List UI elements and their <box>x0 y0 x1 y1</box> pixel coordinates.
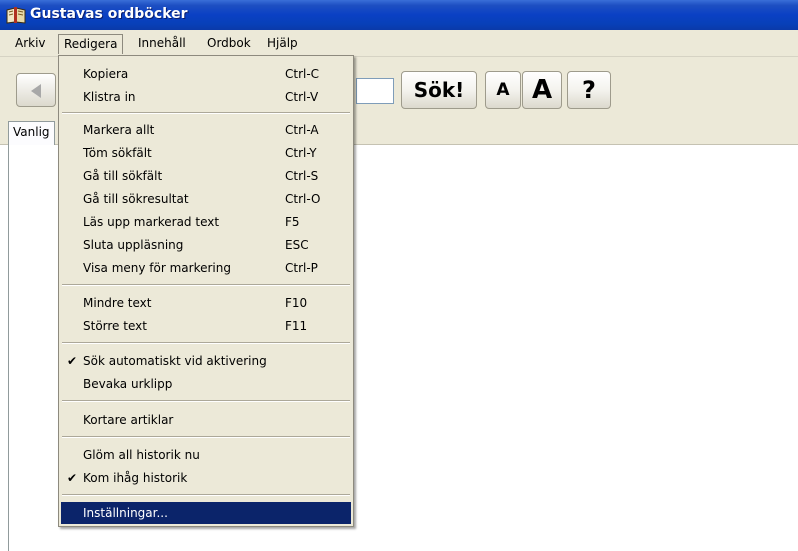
menu-item-visa-meny[interactable]: Visa meny för markering Ctrl-P <box>61 257 351 279</box>
menu-item-label: Kopiera <box>83 67 129 81</box>
menu-redigera[interactable]: Redigera <box>58 34 124 54</box>
menu-item-shortcut: Ctrl-V <box>285 90 319 104</box>
redigera-dropdown-menu: Kopiera Ctrl-C Klistra in Ctrl-V Markera… <box>58 55 354 527</box>
menu-item-label: Gå till sökfält <box>83 169 163 183</box>
smaller-text-button[interactable]: A <box>485 71 521 109</box>
menu-item-tom-sokfalt[interactable]: Töm sökfält Ctrl-Y <box>61 142 351 164</box>
search-button[interactable]: Sök! <box>401 71 477 109</box>
menu-item-label: Töm sökfält <box>83 146 152 160</box>
menu-arkiv[interactable]: Arkiv <box>10 34 51 54</box>
search-input[interactable] <box>356 78 394 104</box>
menu-item-shortcut: F11 <box>285 319 308 333</box>
menu-item-label: Visa meny för markering <box>83 261 231 275</box>
menu-item-shortcut: Ctrl-S <box>285 169 319 183</box>
menu-item-label: Bevaka urklipp <box>83 377 173 391</box>
menu-innehall[interactable]: Innehåll <box>133 34 191 54</box>
menu-item-ga-till-sokfalt[interactable]: Gå till sökfält Ctrl-S <box>61 165 351 187</box>
menu-item-klistra-in[interactable]: Klistra in Ctrl-V <box>61 86 351 108</box>
menu-item-label: Kortare artiklar <box>83 413 174 427</box>
menu-item-installningar[interactable]: Inställningar... <box>61 502 351 524</box>
menu-item-kopiera[interactable]: Kopiera Ctrl-C <box>61 63 351 85</box>
menu-item-sok-automatiskt[interactable]: ✔ Sök automatiskt vid aktivering <box>61 350 351 372</box>
menu-hjalp[interactable]: Hjälp <box>262 34 303 54</box>
menu-item-shortcut: F5 <box>285 215 300 229</box>
menu-item-label: Klistra in <box>83 90 136 104</box>
menu-item-shortcut: Ctrl-A <box>285 123 319 137</box>
menu-item-label: Glöm all historik nu <box>83 448 200 462</box>
checkmark-icon: ✔ <box>67 354 78 368</box>
menu-item-shortcut: ESC <box>285 238 309 252</box>
menu-item-label: Mindre text <box>83 296 152 310</box>
content-border <box>8 145 9 551</box>
app-window: Gustavas ordböcker Arkiv Redigera Innehå… <box>0 0 798 551</box>
menu-item-sluta-upplasning[interactable]: Sluta uppläsning ESC <box>61 234 351 256</box>
menu-item-shortcut: Ctrl-O <box>285 192 321 206</box>
larger-text-button[interactable]: A <box>522 71 562 109</box>
menu-item-glom-historik[interactable]: Glöm all historik nu <box>61 444 351 466</box>
menu-item-las-upp[interactable]: Läs upp markerad text F5 <box>61 211 351 233</box>
help-button[interactable]: ? <box>567 71 611 109</box>
menu-item-shortcut: Ctrl-C <box>285 67 320 81</box>
menu-item-mindre-text[interactable]: Mindre text F10 <box>61 292 351 314</box>
menu-item-shortcut: Ctrl-P <box>285 261 318 275</box>
menu-ordbok[interactable]: Ordbok <box>202 34 256 54</box>
menu-separator <box>62 494 350 496</box>
menu-separator <box>62 342 350 344</box>
menu-separator <box>62 436 350 438</box>
menu-item-kortare-artiklar[interactable]: Kortare artiklar <box>61 409 351 431</box>
menu-item-label: Läs upp markerad text <box>83 215 220 229</box>
menu-item-label: Inställningar... <box>83 506 168 520</box>
menu-separator <box>62 284 350 286</box>
window-title: Gustavas ordböcker <box>30 6 188 22</box>
book-icon <box>6 7 26 24</box>
back-arrow-icon <box>31 84 41 98</box>
menu-item-shortcut: F10 <box>285 296 308 310</box>
menu-item-ga-till-sokresultat[interactable]: Gå till sökresultat Ctrl-O <box>61 188 351 210</box>
menu-item-label: Kom ihåg historik <box>83 471 188 485</box>
menu-item-label: Gå till sökresultat <box>83 192 189 206</box>
menu-item-label: Markera allt <box>83 123 155 137</box>
menu-item-label: Sök automatiskt vid aktivering <box>83 354 267 368</box>
back-button[interactable] <box>16 73 56 107</box>
checkmark-icon: ✔ <box>67 471 78 485</box>
menu-item-label: Större text <box>83 319 147 333</box>
menu-separator <box>62 400 350 402</box>
menu-item-shortcut: Ctrl-Y <box>285 146 317 160</box>
menu-item-label: Sluta uppläsning <box>83 238 184 252</box>
menu-item-markera-allt[interactable]: Markera allt Ctrl-A <box>61 119 351 141</box>
tab-vanlig[interactable]: Vanlig <box>8 121 55 145</box>
menu-item-bevaka-urklipp[interactable]: Bevaka urklipp <box>61 373 351 395</box>
menu-separator <box>62 112 350 114</box>
menu-item-kom-ihag-historik[interactable]: ✔ Kom ihåg historik <box>61 467 351 489</box>
menu-item-storre-text[interactable]: Större text F11 <box>61 315 351 337</box>
title-bar[interactable]: Gustavas ordböcker <box>0 0 798 30</box>
menu-bar: Arkiv Redigera Innehåll Ordbok Hjälp <box>0 30 798 57</box>
